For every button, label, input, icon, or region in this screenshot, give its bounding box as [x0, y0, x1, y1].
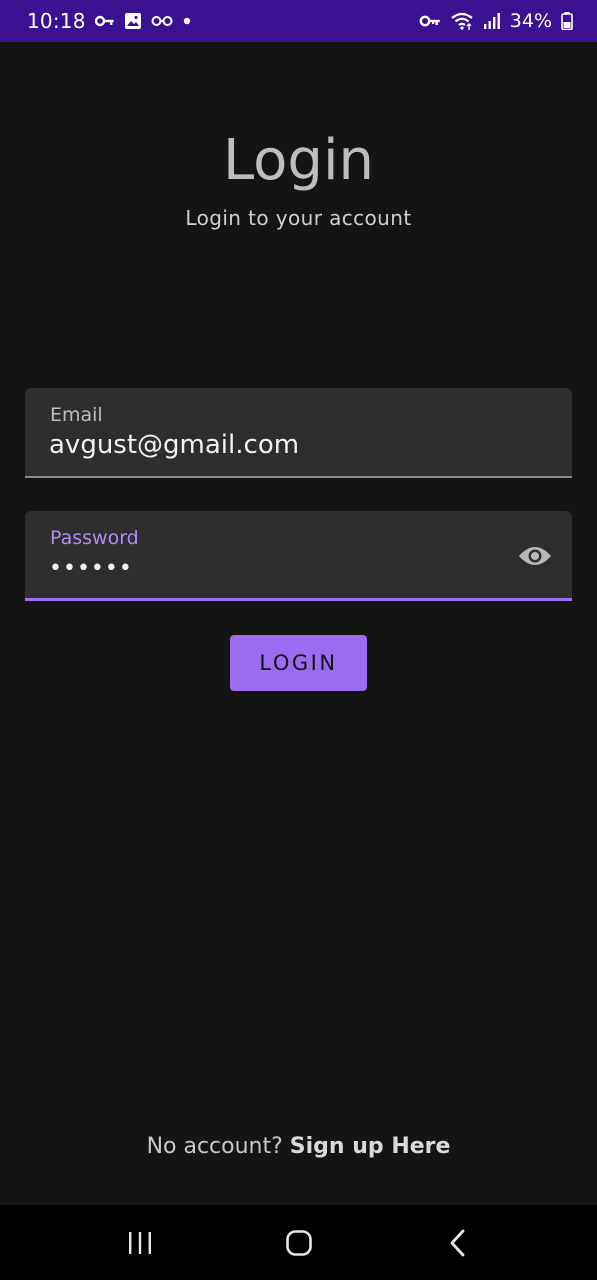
signal-icon	[483, 12, 501, 30]
key-icon	[94, 14, 115, 28]
signup-row: No account? Sign up Here	[0, 1134, 597, 1159]
dot-icon	[182, 16, 192, 26]
glasses-icon	[151, 15, 173, 27]
login-button[interactable]: LOGIN	[230, 635, 367, 691]
status-bar: 10:18 34%	[0, 0, 597, 42]
status-bar-left: 10:18	[27, 9, 192, 33]
status-bar-right: 34%	[419, 10, 573, 32]
eye-icon	[519, 547, 551, 565]
page-title: Login	[222, 128, 375, 193]
email-value[interactable]: avgust@gmail.com	[49, 430, 299, 460]
battery-icon	[561, 12, 573, 30]
password-label: Password	[50, 527, 139, 549]
login-screen: 10:18 34% Login Login to your account Em…	[0, 0, 597, 1280]
recent-apps-button[interactable]	[110, 1213, 170, 1273]
password-field[interactable]: Password ••••••	[25, 511, 572, 601]
recent-apps-icon	[128, 1231, 151, 1254]
image-icon	[124, 12, 142, 30]
vpn-key-icon	[419, 14, 441, 28]
toggle-password-visibility-button[interactable]	[516, 539, 554, 573]
page-subtitle: Login to your account	[185, 206, 412, 230]
back-button[interactable]	[428, 1213, 488, 1273]
password-value[interactable]: ••••••	[49, 556, 133, 581]
signup-prompt: No account?	[146, 1134, 283, 1159]
wifi-icon	[450, 11, 474, 31]
home-icon	[285, 1229, 312, 1256]
email-label: Email	[50, 404, 103, 426]
signup-link[interactable]: Sign up Here	[290, 1134, 451, 1159]
home-button[interactable]	[269, 1213, 329, 1273]
battery-percent: 34%	[509, 10, 552, 32]
email-field[interactable]: Email avgust@gmail.com	[25, 388, 572, 478]
navigation-bar	[0, 1205, 597, 1280]
back-icon	[450, 1229, 464, 1256]
status-time: 10:18	[27, 9, 86, 33]
